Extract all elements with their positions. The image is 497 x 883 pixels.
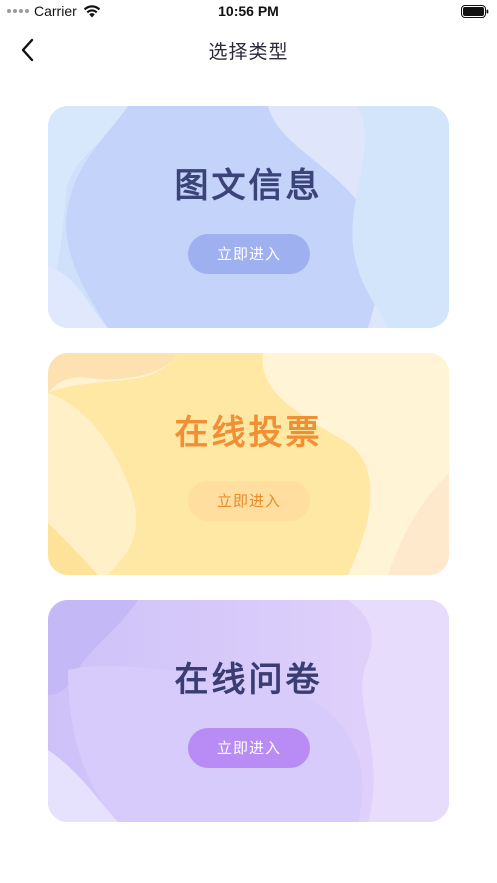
enter-button[interactable]: 立即进入: [188, 728, 310, 768]
card-title: 图文信息: [174, 166, 323, 206]
card-background: [48, 353, 449, 575]
card-title: 在线投票: [174, 413, 323, 453]
card-background: [48, 600, 449, 822]
enter-button[interactable]: 立即进入: [188, 481, 310, 521]
status-time: 10:56 PM: [218, 3, 279, 19]
card-image-text[interactable]: 图文信息 立即进入: [48, 106, 449, 328]
nav-bar: 选择类型: [0, 24, 497, 76]
battery-icon: [461, 5, 489, 18]
card-online-vote[interactable]: 在线投票 立即进入: [48, 353, 449, 575]
page-title: 选择类型: [208, 41, 289, 63]
status-bar: Carrier 10:56 PM: [0, 0, 497, 24]
card-title: 在线问卷: [174, 660, 323, 700]
enter-button[interactable]: 立即进入: [188, 234, 310, 274]
card-online-survey[interactable]: 在线问卷 立即进入: [48, 600, 449, 822]
card-background: [48, 106, 449, 328]
